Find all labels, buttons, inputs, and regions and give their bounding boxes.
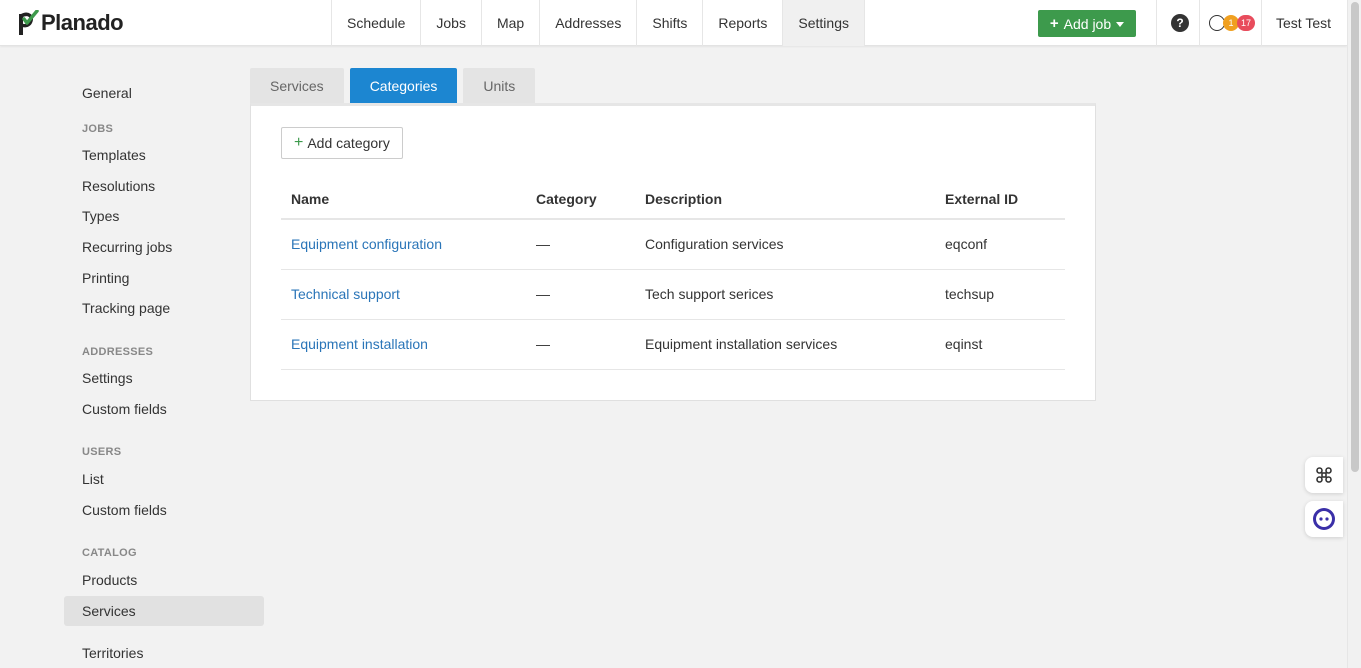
sidebar-heading-users: USERS [82,446,122,458]
description-cell: Configuration services [635,219,935,270]
sidebar-heading-addresses: ADDRESSES [82,346,154,358]
apps-widget-button[interactable] [1305,457,1343,493]
sidebar-item-address-settings[interactable]: Settings [64,363,264,393]
sidebar-item-templates[interactable]: Templates [64,140,264,170]
catalog-tabs: Services Categories Units [250,68,541,104]
category-cell: — [526,319,635,370]
tab-categories[interactable]: Categories [349,68,458,104]
chat-widget-button[interactable] [1305,501,1343,537]
category-cell: — [526,269,635,320]
nav-jobs[interactable]: Jobs [420,0,481,46]
table-row: Technical support — Tech support serices… [281,269,1065,320]
notification-badge-red: 17 [1237,15,1255,31]
divider [1261,0,1262,46]
add-job-button[interactable]: + Add job [1038,10,1136,37]
top-navbar: Planado Schedule Jobs Map Addresses Shif… [0,0,1347,46]
plus-icon: + [1049,15,1059,32]
category-link[interactable]: Technical support [291,286,400,302]
table-row: Equipment configuration — Configuration … [281,219,1065,270]
sidebar-item-printing[interactable]: Printing [64,263,264,293]
sidebar-item-resolutions[interactable]: Resolutions [64,171,264,201]
scrollbar-thumb[interactable] [1351,2,1359,472]
sidebar-item-address-custom-fields[interactable]: Custom fields [64,394,264,424]
sidebar-heading-catalog: CATALOG [82,547,137,559]
column-header-category[interactable]: Category [526,179,635,220]
notifications-button[interactable]: 1 17 [1209,13,1255,33]
plus-icon: + [294,134,304,151]
external-id-cell: techsup [935,269,1065,320]
page-scrollbar[interactable] [1347,0,1361,668]
nav-reports[interactable]: Reports [702,0,782,46]
column-header-description[interactable]: Description [635,179,935,220]
table-header-row: Name Category Description External ID [281,179,1065,220]
sidebar-item-products[interactable]: Products [64,565,264,595]
user-menu[interactable]: Test Test [1276,15,1331,31]
tab-units[interactable]: Units [463,68,536,104]
sidebar-item-services[interactable]: Services [64,596,264,626]
description-cell: Tech support serices [635,269,935,320]
sidebar-item-territories[interactable]: Territories [64,638,264,668]
nav-shifts[interactable]: Shifts [636,0,702,46]
tab-services[interactable]: Services [250,68,344,104]
sidebar-item-recurring-jobs[interactable]: Recurring jobs [64,232,264,262]
command-icon [1316,467,1332,483]
chat-bot-icon [1313,508,1335,530]
planado-logo[interactable]: Planado [18,9,124,37]
category-cell: — [526,219,635,270]
column-header-external-id[interactable]: External ID [935,179,1065,220]
sidebar-item-general[interactable]: General [64,78,264,108]
sidebar-item-tracking-page[interactable]: Tracking page [64,293,264,323]
sidebar-item-types[interactable]: Types [64,201,264,231]
nav-addresses[interactable]: Addresses [539,0,636,46]
logo-text: Planado [41,10,124,35]
divider [1199,0,1200,46]
add-job-label: Add job [1063,15,1112,32]
add-category-button[interactable]: + Add category [281,127,403,159]
categories-panel: + Add category Name Category Description… [250,103,1096,401]
category-link[interactable]: Equipment configuration [291,236,442,252]
nav-schedule[interactable]: Schedule [331,0,420,46]
table-row: Equipment installation — Equipment insta… [281,319,1065,370]
main-nav: Schedule Jobs Map Addresses Shifts Repor… [331,0,865,46]
sidebar-item-users-list[interactable]: List [64,464,264,494]
sidebar-item-users-custom-fields[interactable]: Custom fields [64,495,264,525]
external-id-cell: eqconf [935,219,1065,270]
sidebar-heading-jobs: JOBS [82,123,114,135]
add-category-label: Add category [307,135,390,151]
caret-down-icon [1116,22,1125,27]
external-id-cell: eqinst [935,319,1065,370]
column-header-name[interactable]: Name [281,179,526,220]
categories-table: Name Category Description External ID Eq… [281,179,1065,370]
nav-map[interactable]: Map [480,0,539,46]
logo-check-icon [19,10,39,35]
nav-settings[interactable]: Settings [782,0,865,46]
divider [1156,0,1157,46]
description-cell: Equipment installation services [635,319,935,370]
category-link[interactable]: Equipment installation [291,336,428,352]
help-icon[interactable]: ? [1171,14,1189,32]
